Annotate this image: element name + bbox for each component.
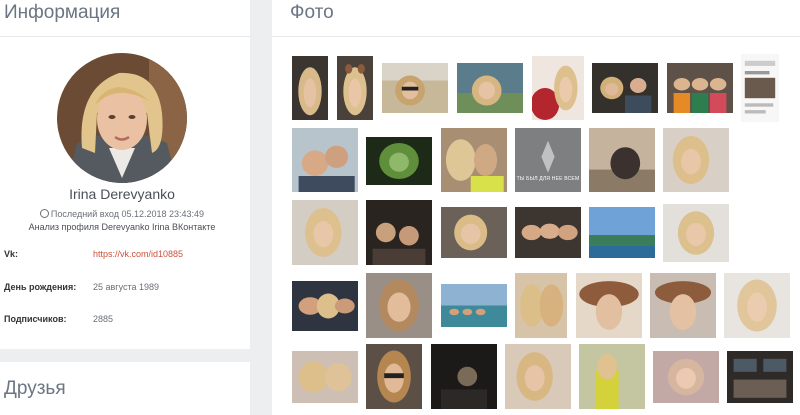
photo-thumb[interactable]: [382, 63, 448, 113]
photo-thumb[interactable]: [515, 207, 581, 258]
photo-thumb[interactable]: [366, 273, 432, 338]
photo-thumb[interactable]: [366, 137, 432, 185]
photo-thumb[interactable]: [441, 284, 507, 327]
photo-thumb[interactable]: [667, 63, 733, 113]
photo-thumb[interactable]: ТЫ БЫЛ ДЛЯ НЕЕ ВСЕМ: [515, 128, 581, 192]
divider: [0, 36, 250, 37]
photo-thumb[interactable]: [663, 128, 729, 192]
last-seen-text: Последний вход 05.12.2018 23:43:49: [50, 209, 205, 219]
photo-thumb[interactable]: [441, 207, 507, 258]
photo-thumb[interactable]: [292, 56, 328, 120]
photo-thumb[interactable]: [576, 273, 642, 338]
birthday-label: День рождения:: [4, 282, 77, 292]
photo-thumb[interactable]: [532, 56, 584, 120]
photo-thumb[interactable]: [741, 54, 779, 122]
photo-thumb-caption: ТЫ БЫЛ ДЛЯ НЕЕ ВСЕМ: [516, 176, 580, 182]
photo-thumb[interactable]: [431, 344, 497, 409]
photo-thumb[interactable]: [292, 281, 358, 331]
followers-value: 2885: [93, 314, 114, 324]
photo-thumb[interactable]: [589, 128, 655, 192]
photo-thumb[interactable]: [457, 63, 523, 113]
photo-thumb[interactable]: [337, 56, 373, 120]
vk-link[interactable]: https://vk.com/id10885: [93, 249, 183, 259]
photo-thumb[interactable]: [727, 351, 793, 403]
photo-thumb[interactable]: [650, 273, 716, 338]
photo-thumb[interactable]: [653, 351, 719, 403]
info-title: Информация: [4, 2, 121, 23]
vk-label: Vk:: [4, 249, 19, 259]
photo-thumb[interactable]: [579, 344, 645, 409]
photo-thumb[interactable]: [292, 128, 358, 192]
clock-icon: [39, 209, 49, 218]
divider: [272, 36, 800, 37]
last-seen: Последний вход 05.12.2018 23:43:49: [0, 209, 244, 219]
friends-panel: Друзья: [0, 362, 250, 415]
photo-thumb[interactable]: [724, 273, 790, 338]
avatar[interactable]: [57, 53, 187, 183]
photo-thumb[interactable]: [366, 200, 432, 265]
photos-title: Фото: [290, 2, 334, 23]
photo-thumb[interactable]: [366, 344, 422, 409]
profile-analysis-text: Анализ профиля Derevyanko Irina ВКонтакт…: [28, 222, 216, 232]
photo-thumb[interactable]: [505, 344, 571, 409]
photo-thumb[interactable]: [663, 204, 729, 262]
photo-thumb[interactable]: [515, 273, 567, 338]
birthday-value: 25 августа 1989: [93, 282, 160, 292]
photo-thumb[interactable]: [592, 63, 658, 113]
info-panel: Информация Irina Derevyanko Последний вх…: [0, 0, 250, 349]
profile-name: Irina Derevyanko: [69, 186, 175, 202]
followers-label: Подписчиков:: [4, 314, 67, 324]
photo-thumb[interactable]: [292, 200, 358, 265]
photo-thumb[interactable]: [441, 128, 507, 192]
photo-thumb[interactable]: [589, 207, 655, 258]
friends-title: Друзья: [4, 378, 66, 399]
photo-thumb[interactable]: [292, 351, 358, 403]
